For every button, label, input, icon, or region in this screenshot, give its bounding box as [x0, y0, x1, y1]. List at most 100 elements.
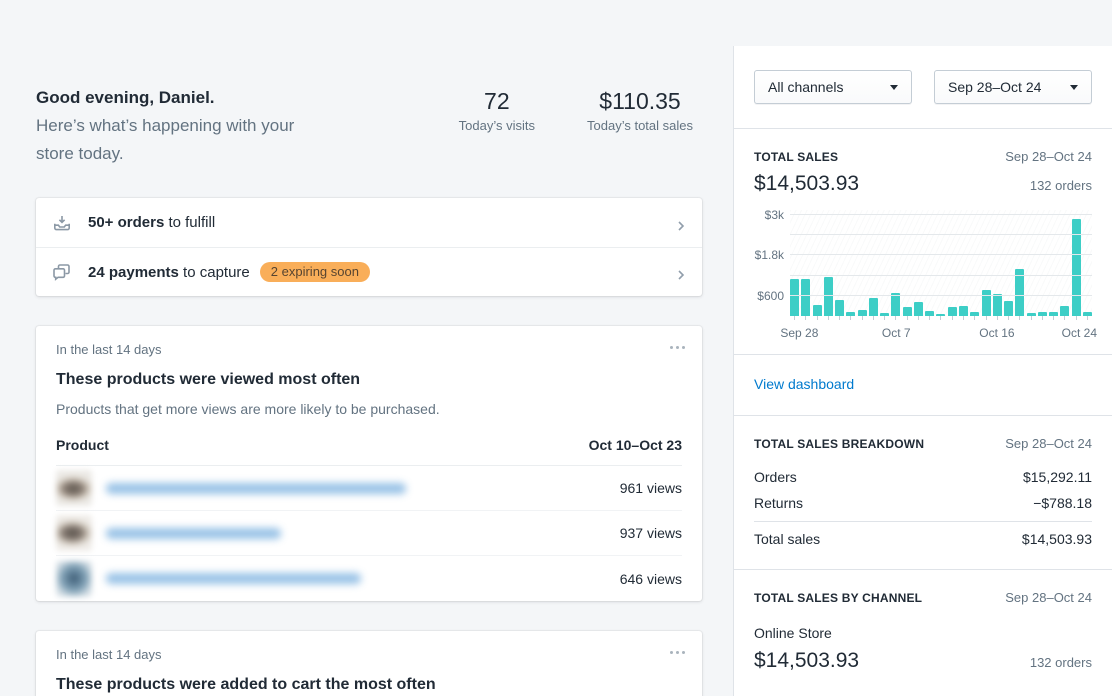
todays-total-sales-label: Today’s total sales — [587, 118, 693, 133]
product-thumbnail — [56, 515, 92, 551]
chevron-right-icon — [676, 218, 686, 228]
card-kicker: In the last 14 days — [56, 647, 682, 662]
sales-bar — [1004, 301, 1013, 316]
product-thumbnail — [56, 561, 92, 597]
today-stats: 72 Today’s visits $110.35 Today’s total … — [459, 84, 693, 133]
sales-bar — [869, 298, 878, 316]
sales-bar — [936, 314, 945, 316]
y-axis-tick-label: $3k — [765, 208, 784, 222]
todays-total-sales-value: $110.35 — [587, 86, 693, 116]
added-to-cart-card: In the last 14 days These products were … — [36, 631, 702, 696]
channel-filter-value: All channels — [768, 79, 844, 95]
overflow-menu-icon[interactable] — [666, 645, 688, 659]
chart-gridline — [790, 234, 1092, 235]
todays-visits-stat: 72 Today’s visits — [459, 86, 535, 133]
breakdown-returns-label: Returns — [754, 495, 803, 511]
sales-bar — [790, 279, 799, 316]
sales-bar — [993, 294, 1002, 316]
payments-to-capture-text: 24 payments to capture — [88, 264, 250, 281]
product-row: 937 views — [56, 511, 682, 556]
sales-bar — [1083, 312, 1092, 316]
total-sales-breakdown-section: TOTAL SALES BREAKDOWN Sep 28–Oct 24 Orde… — [734, 416, 1112, 569]
sales-bar — [948, 307, 957, 316]
product-views: 646 views — [620, 571, 682, 587]
sales-bar — [880, 313, 889, 316]
total-sales-label: TOTAL SALES — [754, 150, 838, 164]
chart-gridline — [790, 295, 1092, 296]
payments-rest-text: to capture — [179, 264, 250, 281]
channel-filter-select[interactable]: All channels — [754, 70, 912, 104]
chart-gridline — [790, 214, 1092, 215]
sales-bar — [858, 310, 867, 316]
sales-bar — [925, 311, 934, 316]
chart-plot-area — [790, 210, 1092, 316]
chart-y-axis-labels: $600$1.8k$3k — [754, 210, 790, 316]
todays-visits-value: 72 — [459, 86, 535, 116]
product-name-link-redacted[interactable] — [106, 483, 406, 494]
sales-bar — [903, 307, 912, 316]
product-table-body: 961 views937 views 646 views — [56, 466, 682, 601]
most-viewed-products-card: In the last 14 days These products were … — [36, 326, 702, 601]
product-name-link-redacted[interactable] — [106, 528, 281, 539]
channel-orders: 132 orders — [1030, 655, 1092, 670]
product-thumbnail — [56, 470, 92, 506]
home-main-column: Good evening, Daniel. Here’s what’s happ… — [0, 0, 733, 696]
product-row: 961 views — [56, 466, 682, 511]
chart-gridline — [790, 254, 1092, 255]
sales-bar — [846, 312, 855, 316]
channel-amount: $14,503.93 — [754, 649, 859, 673]
total-sales-by-channel-section: TOTAL SALES BY CHANNEL Sep 28–Oct 24 Onl… — [734, 570, 1112, 673]
product-table-header: Product Oct 10–Oct 23 — [56, 437, 682, 466]
by-channel-label: TOTAL SALES BY CHANNEL — [754, 591, 922, 605]
todays-total-sales-stat: $110.35 Today’s total sales — [587, 86, 693, 133]
sales-bar — [824, 277, 833, 316]
channel-name: Online Store — [754, 625, 1092, 641]
payments-to-capture-row[interactable]: 24 payments to capture 2 expiring soon — [36, 247, 702, 296]
breakdown-orders-label: Orders — [754, 469, 797, 485]
y-axis-tick-label: $600 — [757, 289, 784, 303]
expiring-soon-badge: 2 expiring soon — [260, 262, 370, 282]
card-kicker: In the last 14 days — [56, 342, 682, 357]
greeting-section: Good evening, Daniel. Here’s what’s happ… — [36, 84, 703, 168]
chart-x-axis-labels: Sep 28Oct 7Oct 16Oct 24 — [790, 324, 1092, 344]
product-column-header: Product — [56, 437, 109, 453]
greeting-subtitle-line1: Here’s what’s happening with your — [36, 112, 436, 140]
date-range-select[interactable]: Sep 28–Oct 24 — [934, 70, 1092, 104]
total-sales-orders: 132 orders — [1030, 178, 1092, 193]
chevron-down-icon — [890, 85, 898, 90]
card-title: These products were added to cart the mo… — [56, 676, 682, 694]
breakdown-orders-value: $15,292.11 — [1023, 469, 1092, 485]
breakdown-total-value: $14,503.93 — [1022, 531, 1092, 547]
x-axis-tick-label: Oct 16 — [979, 326, 1014, 340]
x-axis-tick-label: Oct 7 — [882, 326, 911, 340]
overflow-menu-icon[interactable] — [666, 340, 688, 354]
chart-gridline — [790, 275, 1092, 276]
payments-icon — [52, 262, 72, 282]
card-title: These products were viewed most often — [56, 371, 682, 389]
orders-to-fulfill-row[interactable]: 50+ orders to fulfill — [36, 198, 702, 247]
orders-inbox-icon — [52, 213, 72, 233]
card-subtitle: Products that get more views are more li… — [56, 401, 682, 417]
total-sales-amount: $14,503.93 — [754, 172, 859, 196]
orders-count-bold: 50+ orders — [88, 214, 164, 231]
product-name-link-redacted[interactable] — [106, 573, 361, 584]
greeting-subtitle-line2: store today. — [36, 140, 436, 168]
payments-count-bold: 24 payments — [88, 264, 179, 281]
sales-bar — [1015, 269, 1024, 316]
breakdown-row-returns: Returns −$788.18 — [754, 490, 1092, 516]
orders-rest-text: to fulfill — [164, 214, 215, 231]
sales-bar — [959, 306, 968, 316]
sidebar-filters: All channels Sep 28–Oct 24 — [734, 46, 1112, 129]
total-sales-bar-chart: $600$1.8k$3k Sep 28Oct 7Oct 16Oct 24 — [754, 210, 1092, 354]
chevron-down-icon — [1070, 85, 1078, 90]
breakdown-row-total: Total sales $14,503.93 — [754, 521, 1092, 551]
chevron-right-icon — [676, 267, 686, 277]
view-dashboard-link[interactable]: View dashboard — [754, 376, 854, 392]
greeting-title: Good evening, Daniel. — [36, 84, 436, 112]
breakdown-returns-value: −$788.18 — [1033, 495, 1092, 511]
by-channel-date-range: Sep 28–Oct 24 — [1005, 590, 1092, 605]
sales-bar — [970, 312, 979, 316]
breakdown-date-range: Sep 28–Oct 24 — [1005, 436, 1092, 451]
sales-bar — [801, 279, 810, 316]
sales-bar — [891, 293, 900, 316]
